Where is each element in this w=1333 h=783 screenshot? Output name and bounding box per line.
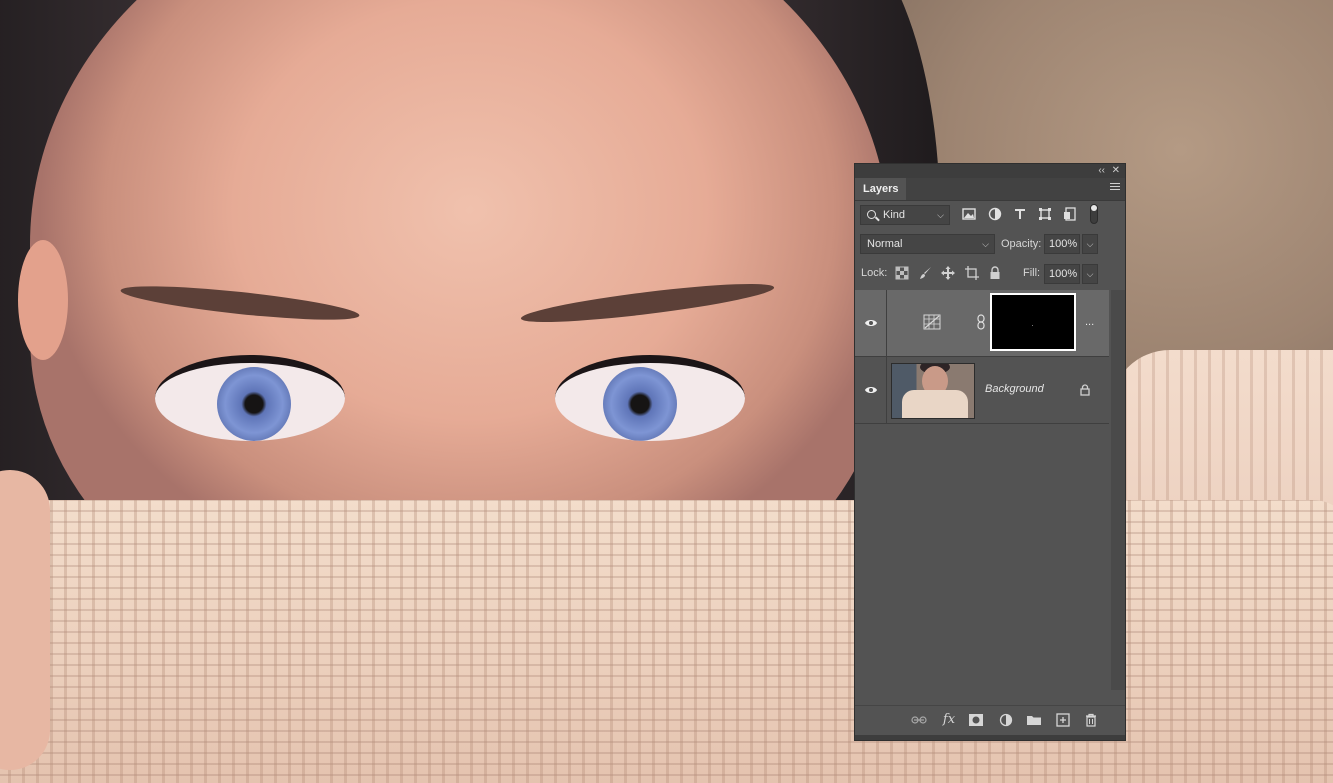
layer-row-background[interactable]: Background: [855, 357, 1109, 424]
add-layer-mask-icon[interactable]: [968, 713, 984, 727]
blend-row: Normal ⌵ Opacity: 100% ⌵: [855, 233, 1125, 255]
eye-right: [555, 355, 745, 441]
lock-position-icon[interactable]: [941, 266, 955, 280]
new-layer-icon[interactable]: [1055, 713, 1071, 727]
layers-list: ... Background: [855, 290, 1109, 424]
eye-icon: [865, 387, 877, 393]
sweater-collar: [0, 500, 1333, 783]
layer-name[interactable]: Background: [985, 383, 1044, 395]
filter-row: Kind ⌵: [855, 204, 1125, 226]
new-fill-adjustment-layer-icon[interactable]: [998, 713, 1014, 727]
filter-toggle-switch[interactable]: [1090, 204, 1098, 224]
shape-filter-icon[interactable]: [1038, 207, 1052, 221]
lock-artboard-icon[interactable]: [965, 266, 979, 280]
hand-left: [0, 470, 50, 770]
thumbnail-sweater: [902, 390, 968, 418]
lock-row: Lock: Fill: 100% ⌵: [855, 263, 1125, 285]
more-options-icon[interactable]: ...: [1085, 316, 1094, 328]
eye-left: [155, 355, 345, 441]
collapse-panel-icon[interactable]: ‹‹: [1098, 164, 1105, 178]
blend-mode-select[interactable]: Normal ⌵: [860, 234, 995, 254]
blend-mode-value: Normal: [867, 238, 903, 250]
fill-label: Fill:: [1023, 267, 1041, 279]
mask-link-icon[interactable]: [977, 314, 985, 330]
levels-adjustment-icon[interactable]: [923, 314, 941, 330]
layer-row-adjustment[interactable]: ...: [855, 290, 1109, 357]
layer-visibility-toggle[interactable]: [855, 357, 887, 423]
panel-resize-edge[interactable]: [855, 735, 1125, 740]
lock-label: Lock:: [861, 267, 888, 279]
chevron-down-icon: ⌵: [982, 239, 989, 249]
lock-all-icon[interactable]: [988, 266, 1002, 280]
layer-visibility-toggle[interactable]: [855, 290, 887, 356]
layers-panel: ‹‹ ✕ Layers Kind ⌵ Normal ⌵ Opacity: 100…: [854, 163, 1126, 741]
chevron-down-icon: ⌵: [937, 210, 944, 220]
lock-image-pixels-icon[interactable]: [919, 266, 933, 280]
tab-layers[interactable]: Layers: [855, 178, 907, 200]
new-group-icon[interactable]: [1026, 713, 1042, 727]
search-icon: [867, 210, 876, 219]
layer-thumbnail[interactable]: [891, 363, 975, 419]
link-layers-icon[interactable]: [911, 713, 927, 727]
opacity-label: Opacity:: [1001, 238, 1042, 250]
opacity-input[interactable]: 100%: [1044, 234, 1080, 254]
iris-left: [217, 367, 291, 441]
add-layer-style-icon[interactable]: fx: [941, 713, 957, 727]
fill-dropdown-button[interactable]: ⌵: [1082, 264, 1098, 284]
opacity-dropdown-button[interactable]: ⌵: [1082, 234, 1098, 254]
type-filter-icon[interactable]: [1013, 207, 1027, 221]
lock-transparent-pixels-icon[interactable]: [895, 266, 909, 280]
iris-right: [603, 367, 677, 441]
filter-kind-select[interactable]: Kind ⌵: [860, 205, 950, 225]
smart-object-filter-icon[interactable]: [1063, 207, 1077, 221]
panel-title-bar[interactable]: ‹‹ ✕: [855, 164, 1125, 178]
layers-bottom-toolbar: fx: [855, 705, 1125, 734]
ear: [18, 240, 68, 360]
layers-scrollbar[interactable]: [1111, 290, 1125, 690]
panel-tab-bar: Layers: [855, 178, 1125, 201]
fill-input[interactable]: 100%: [1044, 264, 1080, 284]
image-filter-icon[interactable]: [962, 207, 976, 221]
lock-icon[interactable]: [1080, 384, 1090, 396]
filter-kind-label: Kind: [883, 209, 906, 221]
delete-layer-icon[interactable]: [1083, 713, 1099, 727]
close-panel-icon[interactable]: ✕: [1112, 164, 1120, 178]
adjustment-filter-icon[interactable]: [988, 207, 1002, 221]
document-canvas[interactable]: [0, 0, 1333, 783]
eye-icon: [865, 320, 877, 326]
layer-mask-thumbnail[interactable]: [990, 293, 1076, 351]
panel-menu-icon[interactable]: [1110, 183, 1120, 193]
